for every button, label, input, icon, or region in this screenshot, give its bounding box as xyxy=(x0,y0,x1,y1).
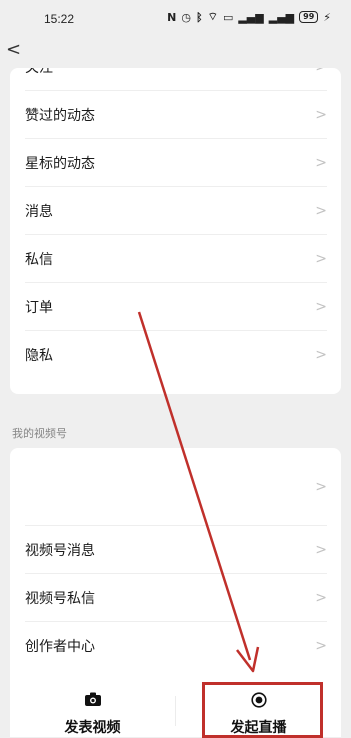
settings-card: 关注 > 赞过的动态 > 星标的动态 > 消息 > 私信 > 订单 > 隐私 > xyxy=(10,68,341,394)
channel-profile-row[interactable]: > xyxy=(10,448,341,526)
settings-item-private-messages[interactable]: 私信 > xyxy=(10,235,341,283)
signal-4g-icon: ▂▄▆ xyxy=(268,10,295,24)
publish-video-label: 发表视频 xyxy=(64,720,121,736)
signal-5g-icon: ▂▄▆ xyxy=(238,10,264,24)
settings-item-starred-posts[interactable]: 星标的动态 > xyxy=(10,139,341,187)
settings-item-label: 赞过的动态 xyxy=(25,108,95,124)
publish-video-button[interactable]: 发表视频 xyxy=(10,682,175,737)
camera-icon xyxy=(84,692,101,706)
chevron-right-icon: > xyxy=(315,203,327,219)
wifi-icon: ⌔ xyxy=(207,10,218,23)
channel-item-creator-center[interactable]: 创作者中心 > xyxy=(10,622,341,670)
chevron-right-icon: > xyxy=(315,542,327,558)
charging-icon: ⚡ xyxy=(323,10,331,24)
channel-item-messages[interactable]: 视频号消息 > xyxy=(10,526,341,574)
alarm-icon: ◷ xyxy=(181,10,191,24)
chevron-right-icon: > xyxy=(315,638,327,654)
chevron-right-icon: > xyxy=(315,107,327,123)
settings-item-label: 关注 xyxy=(25,68,53,76)
chevron-right-icon: > xyxy=(315,299,327,315)
channel-item-label: 创作者中心 xyxy=(25,639,95,655)
status-time: 15:22 xyxy=(44,12,75,26)
bluetooth-icon: ᛒ xyxy=(195,10,203,24)
hd-icon: ▭ xyxy=(222,10,234,24)
chevron-right-icon: > xyxy=(315,68,327,75)
chevron-right-icon: > xyxy=(315,347,327,363)
channels-section-title: 我的视频号 xyxy=(12,427,67,440)
channel-item-label: 视频号消息 xyxy=(25,543,95,559)
channel-item-label: 视频号私信 xyxy=(25,591,95,607)
nfc-icon: N xyxy=(167,10,177,24)
settings-item-label: 消息 xyxy=(25,204,53,220)
settings-item-messages[interactable]: 消息 > xyxy=(10,187,341,235)
settings-item-label: 隐私 xyxy=(25,348,53,364)
chevron-right-icon: > xyxy=(315,251,327,267)
chevron-right-icon: > xyxy=(315,479,327,495)
settings-item-label: 星标的动态 xyxy=(25,156,95,172)
settings-item-liked-posts[interactable]: 赞过的动态 > xyxy=(10,91,341,139)
settings-item-label: 私信 xyxy=(25,252,53,268)
status-icons: N ◷ ᛒ ⌔ ▭ ▂▄▆ ▂▄▆ 99 ⚡ xyxy=(167,10,331,24)
channel-item-private-messages[interactable]: 视频号私信 > xyxy=(10,574,341,622)
settings-item-label: 订单 xyxy=(25,300,53,316)
chevron-right-icon: > xyxy=(315,155,327,171)
status-bar: 15:22 N ◷ ᛒ ⌔ ▭ ▂▄▆ ▂▄▆ 99 ⚡ xyxy=(0,0,351,38)
annotation-highlight-box xyxy=(202,682,323,738)
settings-item-orders[interactable]: 订单 > xyxy=(10,283,341,331)
settings-item-privacy[interactable]: 隐私 > xyxy=(10,331,341,379)
settings-item-follow[interactable]: 关注 > xyxy=(10,68,341,91)
battery-icon: 99 xyxy=(299,11,319,23)
back-button[interactable]: < xyxy=(6,39,21,60)
chevron-right-icon: > xyxy=(315,590,327,606)
